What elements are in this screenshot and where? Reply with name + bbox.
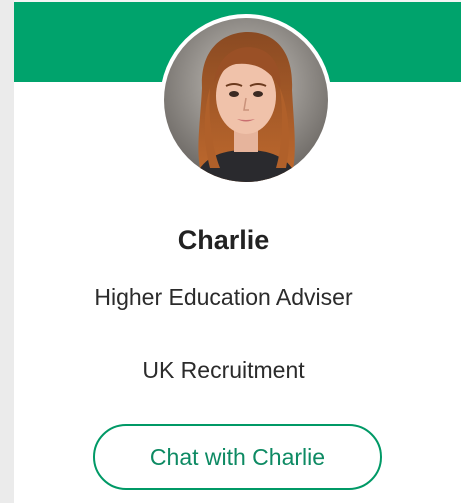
- adviser-role: Higher Education Adviser: [94, 284, 353, 310]
- adviser-department: UK Recruitment: [142, 357, 305, 383]
- chat-button[interactable]: Chat with Charlie: [93, 424, 382, 490]
- profile-photo-icon: [164, 18, 328, 182]
- adviser-name: Charlie: [177, 225, 270, 255]
- adviser-card: Charlie Higher Education Adviser UK Recr…: [14, 0, 461, 503]
- banner-divider: [14, 0, 461, 2]
- avatar: [160, 14, 332, 186]
